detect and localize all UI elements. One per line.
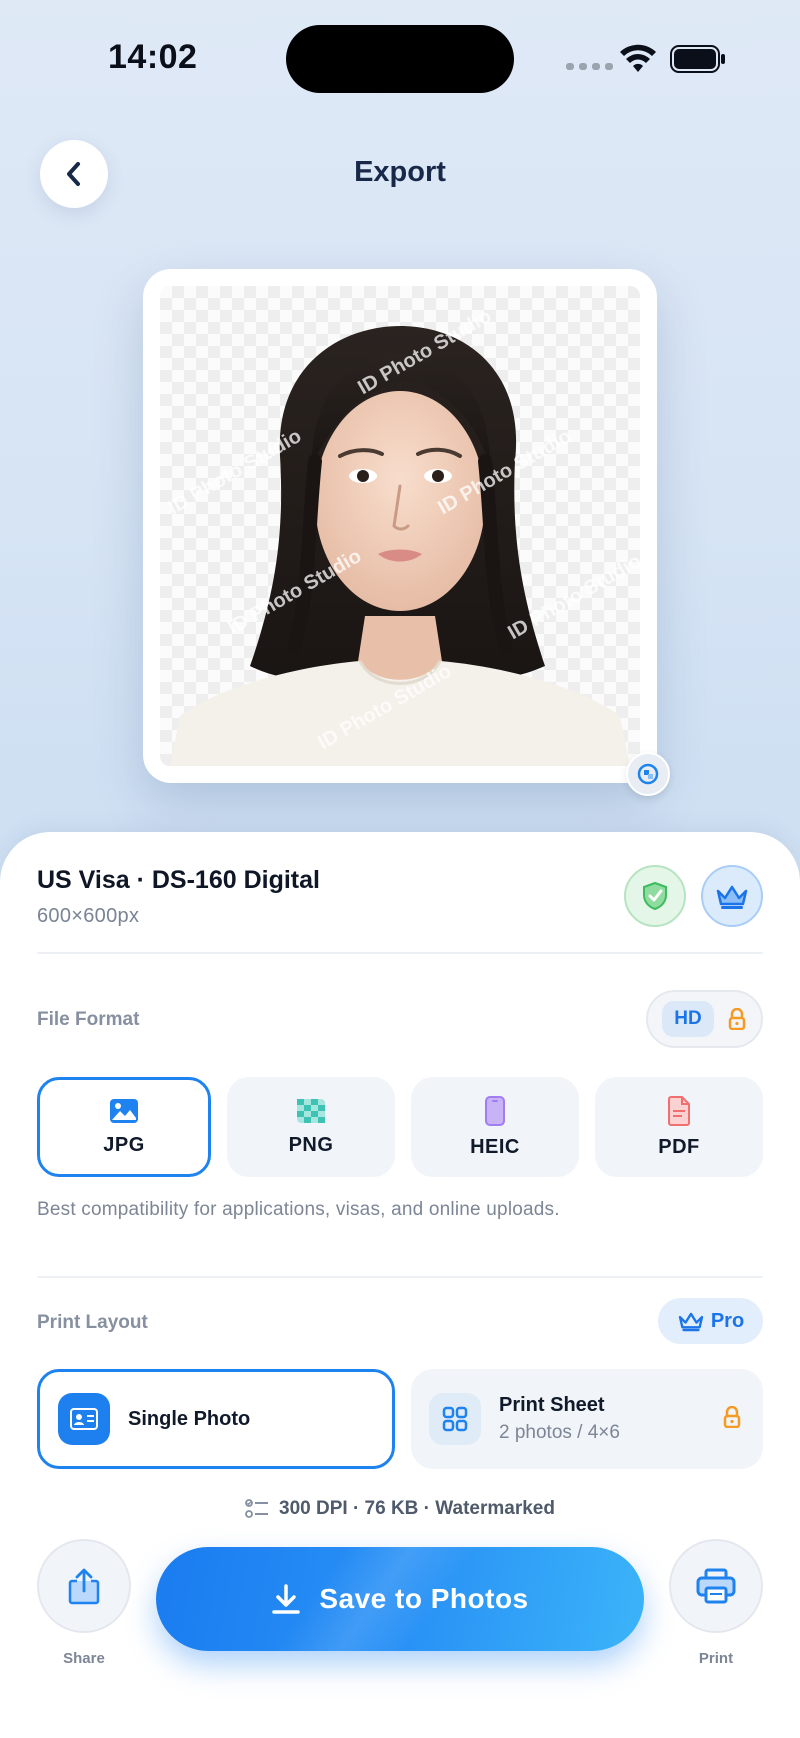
format-option-heic[interactable]: HEIC xyxy=(411,1077,579,1177)
layout-option-single-photo[interactable]: Single Photo xyxy=(37,1369,395,1469)
crown-icon xyxy=(716,885,748,909)
format-option-pdf[interactable]: PDF xyxy=(595,1077,763,1177)
photo-preview: ID Photo Studio ID Photo Studio ID Photo… xyxy=(160,286,640,766)
battery-icon xyxy=(670,45,725,73)
layout-options: Single Photo Print Sheet 2 photos / 4×6 xyxy=(37,1369,763,1469)
id-card-icon xyxy=(58,1393,110,1445)
lock-icon xyxy=(728,1008,746,1030)
document-title: US Visa · DS-160 Digital xyxy=(37,866,320,894)
download-icon xyxy=(272,1584,301,1614)
format-description: Best compatibility for applications, vis… xyxy=(37,1199,560,1220)
status-time: 14:02 xyxy=(108,38,198,76)
print-button[interactable] xyxy=(669,1539,763,1633)
image-icon xyxy=(110,1098,138,1123)
lock-icon xyxy=(723,1406,741,1428)
share-button[interactable] xyxy=(37,1539,131,1633)
signal-icon xyxy=(566,63,613,70)
dynamic-island xyxy=(286,25,514,93)
layout-title: Print Sheet xyxy=(499,1394,605,1416)
checklist-icon xyxy=(245,1499,269,1518)
export-sheet: US Visa · DS-160 Digital 600×600px File … xyxy=(0,832,800,1738)
grid-icon xyxy=(429,1393,481,1445)
export-meta: 300 DPI · 76 KB · Watermarked xyxy=(0,1498,800,1520)
print-label: Print xyxy=(698,1650,734,1667)
format-options: JPG PNG HEIC PDF xyxy=(37,1077,763,1177)
hd-pill: HD xyxy=(662,1001,714,1037)
layout-title: Single Photo xyxy=(128,1407,251,1430)
document-size: 600×600px xyxy=(37,905,140,927)
hd-toggle[interactable]: HD xyxy=(646,990,763,1048)
divider xyxy=(37,952,763,954)
phone-icon xyxy=(485,1095,505,1126)
format-label: HEIC xyxy=(470,1135,520,1158)
crown-icon xyxy=(678,1312,704,1332)
wifi-icon xyxy=(620,44,656,72)
format-option-jpg[interactable]: JPG xyxy=(37,1077,211,1177)
compare-icon xyxy=(637,763,659,785)
checker-icon xyxy=(297,1098,325,1123)
photo-preview-card: ID Photo Studio ID Photo Studio ID Photo… xyxy=(143,269,657,783)
print-layout-label: Print Layout xyxy=(37,1312,148,1333)
document-icon xyxy=(668,1095,690,1126)
status-bar: 14:02 xyxy=(0,0,800,120)
format-label: JPG xyxy=(103,1133,145,1156)
pro-badge[interactable]: Pro xyxy=(658,1298,763,1344)
file-format-label: File Format xyxy=(37,1009,140,1030)
format-label: PDF xyxy=(658,1135,700,1158)
layout-subtitle: 2 photos / 4×6 xyxy=(499,1422,620,1443)
share-icon xyxy=(68,1568,100,1605)
printer-icon xyxy=(696,1568,736,1604)
save-label: Save to Photos xyxy=(319,1583,529,1614)
divider xyxy=(37,1276,763,1278)
export-meta-text: 300 DPI · 76 KB · Watermarked xyxy=(279,1498,555,1519)
layout-option-print-sheet[interactable]: Print Sheet 2 photos / 4×6 xyxy=(411,1369,763,1469)
premium-badge[interactable] xyxy=(701,865,763,927)
page-title: Export xyxy=(354,156,446,188)
pro-label: Pro xyxy=(710,1309,745,1332)
save-to-photos-button[interactable]: Save to Photos xyxy=(156,1547,644,1651)
compare-button[interactable] xyxy=(626,752,670,796)
format-option-png[interactable]: PNG xyxy=(227,1077,395,1177)
compliance-badge[interactable] xyxy=(624,865,686,927)
shield-check-icon xyxy=(643,881,667,911)
format-label: PNG xyxy=(288,1133,334,1156)
share-label: Share xyxy=(63,1650,105,1667)
